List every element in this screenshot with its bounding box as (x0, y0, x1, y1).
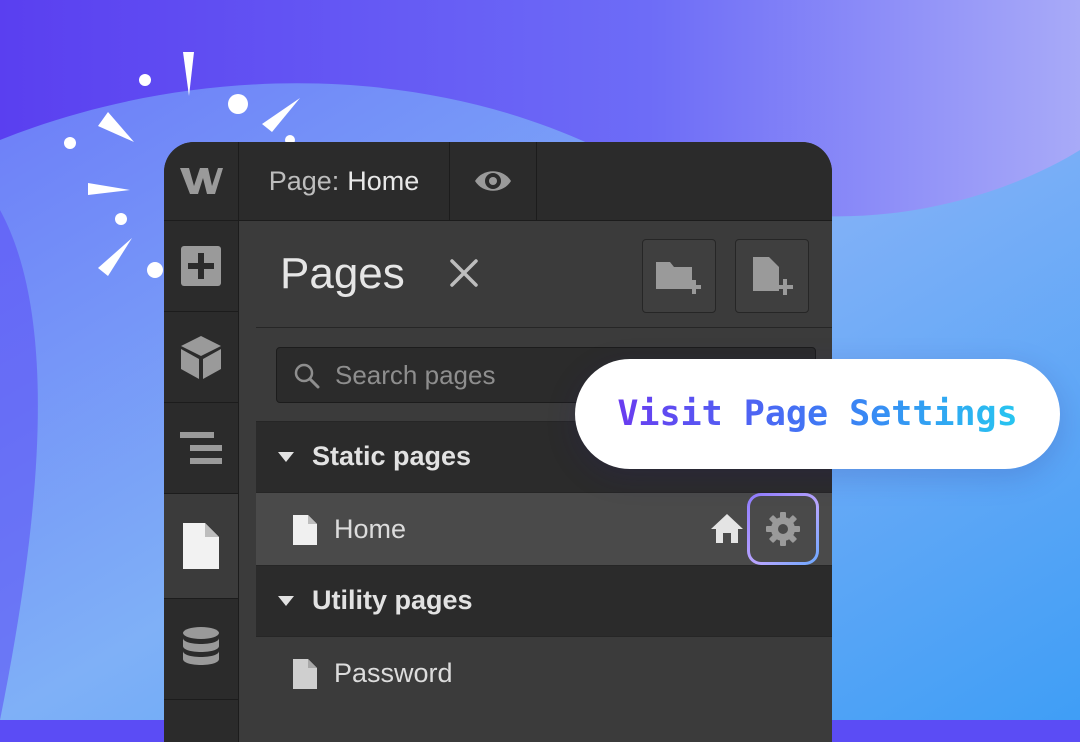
eye-icon[interactable] (450, 142, 537, 220)
chevron-down-icon (278, 596, 294, 606)
page-icon (183, 523, 219, 569)
navigator-panel-button[interactable] (164, 403, 238, 494)
section-label: Utility pages (312, 585, 473, 615)
panel-title: Pages (280, 249, 405, 298)
page-prefix-label: Page: (268, 165, 340, 196)
page-row-home[interactable]: Home (256, 492, 832, 565)
page-name: Password (334, 658, 453, 688)
pages-panel-header: Pages (256, 221, 832, 328)
section-label: Static pages (312, 441, 472, 471)
section-utility-pages[interactable]: Utility pages (256, 565, 832, 636)
pages-panel-button[interactable] (164, 494, 238, 599)
left-toolbar (164, 221, 239, 742)
new-folder-button[interactable] (642, 239, 716, 313)
new-folder-icon (656, 262, 701, 294)
webflow-logo-icon[interactable] (164, 142, 239, 220)
chevron-down-icon (278, 452, 294, 462)
search-icon (294, 363, 320, 389)
add-icon (181, 246, 221, 286)
page-icon (293, 659, 317, 689)
page-settings-button[interactable] (747, 493, 819, 565)
current-page-indicator[interactable]: Page: Home (239, 142, 450, 220)
cms-panel-button[interactable] (164, 599, 238, 700)
symbols-panel-button[interactable] (164, 312, 238, 403)
pages-panel: Pages Search pages Static pages Home Uti… (256, 221, 832, 742)
search-placeholder: Search pages (335, 360, 496, 390)
gear-icon (766, 512, 800, 546)
navigator-icon (180, 432, 222, 464)
callout-bubble: Visit Page Settings (575, 359, 1060, 469)
page-name: Home (334, 514, 407, 544)
database-icon (183, 627, 219, 665)
new-page-icon (753, 257, 793, 295)
add-panel-button[interactable] (164, 221, 238, 312)
callout-text: Visit Page Settings (617, 394, 1018, 434)
page-icon (293, 515, 317, 545)
current-page-name: Home (347, 165, 420, 196)
home-icon (711, 514, 743, 543)
cube-icon (181, 336, 221, 379)
top-bar: Page: Home (164, 142, 832, 221)
close-icon[interactable] (448, 257, 480, 289)
new-page-button[interactable] (735, 239, 809, 313)
page-row-password[interactable]: Password (256, 636, 832, 709)
